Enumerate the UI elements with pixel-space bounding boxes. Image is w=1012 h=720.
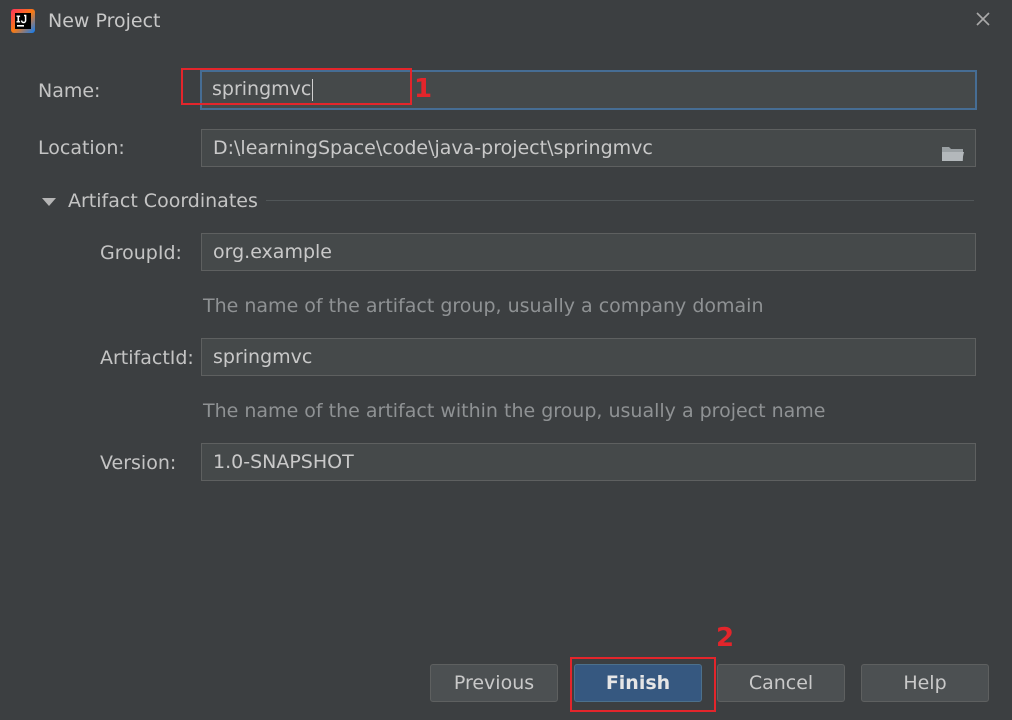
title-bar: New Project — [0, 0, 1012, 42]
groupid-input[interactable]: org.example — [201, 233, 976, 271]
finish-button[interactable]: Finish — [574, 664, 702, 702]
groupid-value: org.example — [213, 241, 332, 263]
groupid-label: GroupId: — [100, 242, 182, 264]
section-divider — [266, 200, 974, 201]
close-icon[interactable] — [972, 8, 994, 30]
artifactid-hint: The name of the artifact within the grou… — [203, 400, 826, 422]
location-input[interactable]: D:\learningSpace\code\java-project\sprin… — [201, 129, 976, 167]
location-label: Location: — [38, 137, 125, 159]
cancel-button[interactable]: Cancel — [717, 664, 845, 702]
dialog-title: New Project — [48, 10, 161, 32]
annotation-box-1 — [181, 68, 412, 105]
annotation-number-1: 1 — [414, 74, 433, 104]
artifact-coordinates-toggle[interactable]: Artifact Coordinates — [42, 188, 258, 214]
previous-button[interactable]: Previous — [430, 664, 558, 702]
triangle-down-icon — [42, 198, 56, 206]
artifactid-input[interactable]: springmvc — [201, 338, 976, 376]
groupid-hint: The name of the artifact group, usually … — [203, 295, 764, 317]
version-label: Version: — [100, 452, 177, 474]
help-button[interactable]: Help — [861, 664, 989, 702]
version-value: 1.0-SNAPSHOT — [213, 451, 354, 473]
name-label: Name: — [38, 80, 101, 102]
intellij-idea-icon — [11, 9, 35, 33]
new-project-dialog: New Project Name: springmvc Location: D:… — [0, 0, 1012, 720]
artifactid-value: springmvc — [213, 346, 313, 368]
artifactid-label: ArtifactId: — [100, 347, 194, 369]
version-input[interactable]: 1.0-SNAPSHOT — [201, 443, 976, 481]
location-value: D:\learningSpace\code\java-project\sprin… — [213, 137, 653, 159]
folder-icon[interactable] — [941, 139, 965, 161]
annotation-number-2: 2 — [716, 623, 735, 653]
artifact-coordinates-title: Artifact Coordinates — [68, 190, 258, 212]
